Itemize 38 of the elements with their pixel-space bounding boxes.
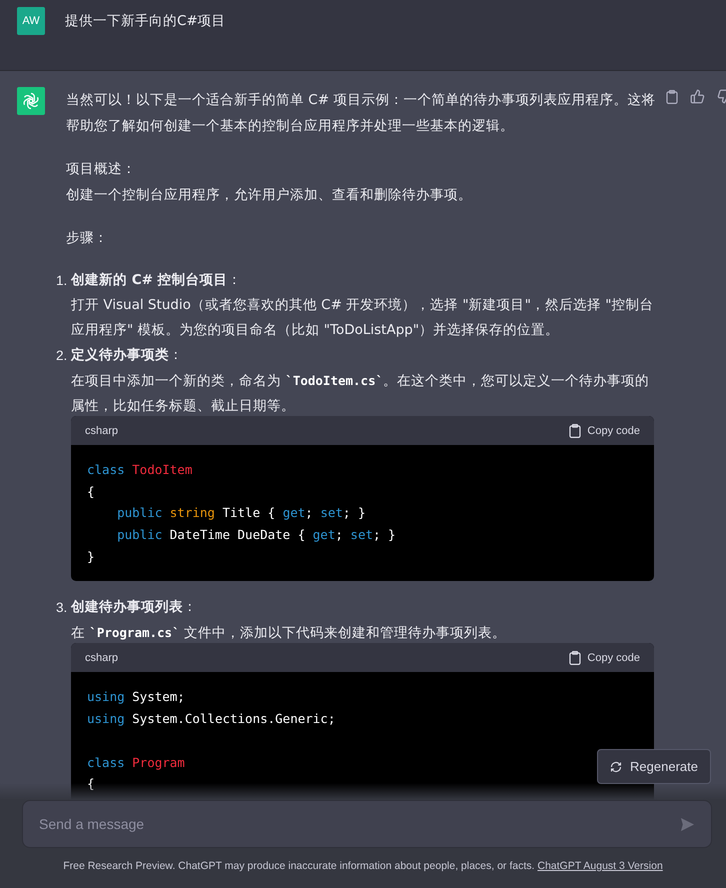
code-line: } <box>87 548 95 566</box>
code-language: csharp <box>85 652 118 664</box>
step-description: 打开 Visual Studio（或者您喜欢的其他 C# 开发环境），选择 "新建项目"，然后选择 "控制台应用程序" 模板。为您的项目命名（比如 "ToDoListApp"）并选择保存的位置。 <box>71 296 654 340</box>
steps-label: 步骤： <box>66 229 109 248</box>
regenerate-button[interactable]: Regenerate <box>597 749 711 784</box>
clipboard-icon[interactable] <box>666 90 678 104</box>
code-line: class Program <box>87 754 185 772</box>
code-line: class TodoItem <box>87 461 192 479</box>
step-title: 创建新的 C# 控制台项目： <box>71 271 243 290</box>
step-description: 在 `Program.cs` 文件中，添加以下代码来创建和管理待办事项列表。 <box>71 624 507 644</box>
step-number: 3. <box>56 599 68 618</box>
user-avatar: AW <box>17 7 45 35</box>
message-box[interactable]: Send a message <box>22 800 712 848</box>
clipboard-icon <box>569 424 582 438</box>
code-line: using System.Collections.Generic; <box>87 710 336 728</box>
code-line: public string Title { get; set; } <box>117 504 366 522</box>
user-message: 提供一下新手向的C#项目 <box>65 12 226 31</box>
code-language: csharp <box>85 424 118 436</box>
version-link[interactable]: ChatGPT August 3 Version <box>537 860 663 872</box>
disclaimer-text: Free Research Preview. ChatGPT may produce inaccurate information about people, places, or facts. ChatGPT August 3 Version <box>62 860 664 872</box>
code-line: { <box>87 482 95 501</box>
code-line: using System; <box>87 688 185 706</box>
copy-code-button[interactable]: Copy code <box>569 650 640 665</box>
copy-code-button[interactable]: Copy code <box>569 424 640 438</box>
step-title: 定义待办事项类： <box>71 346 184 365</box>
intro-paragraph: 当然可以！以下是一个适合新手的简单 C# 项目示例：一个简单的待办事项列表应用程序。这将帮助您了解如何创建一个基本的控制台应用程序并处理一些基本的逻辑。 <box>66 91 656 136</box>
refresh-icon <box>610 760 622 772</box>
overview-label: 项目概述： <box>66 160 137 179</box>
code-line: { <box>87 775 95 794</box>
thumbs-up-icon[interactable] <box>690 89 705 104</box>
step-number: 2. <box>56 347 68 365</box>
overview-text: 创建一个控制台应用程序，允许用户添加、查看和删除待办事项。 <box>66 186 473 205</box>
step-description: 在项目中添加一个新的类，命名为 `TodoItem.cs`。在这个类中，您可以定义一个待办事项的属性，比如任务标题、截止日期等。 <box>71 372 650 416</box>
step-number: 1. <box>56 272 68 290</box>
clipboard-icon <box>569 650 582 665</box>
message-field[interactable]: Send a message <box>37 815 680 833</box>
step-title: 创建待办事项列表： <box>71 598 198 618</box>
code-line: public DateTime DueDate { get; set; } <box>117 526 396 544</box>
